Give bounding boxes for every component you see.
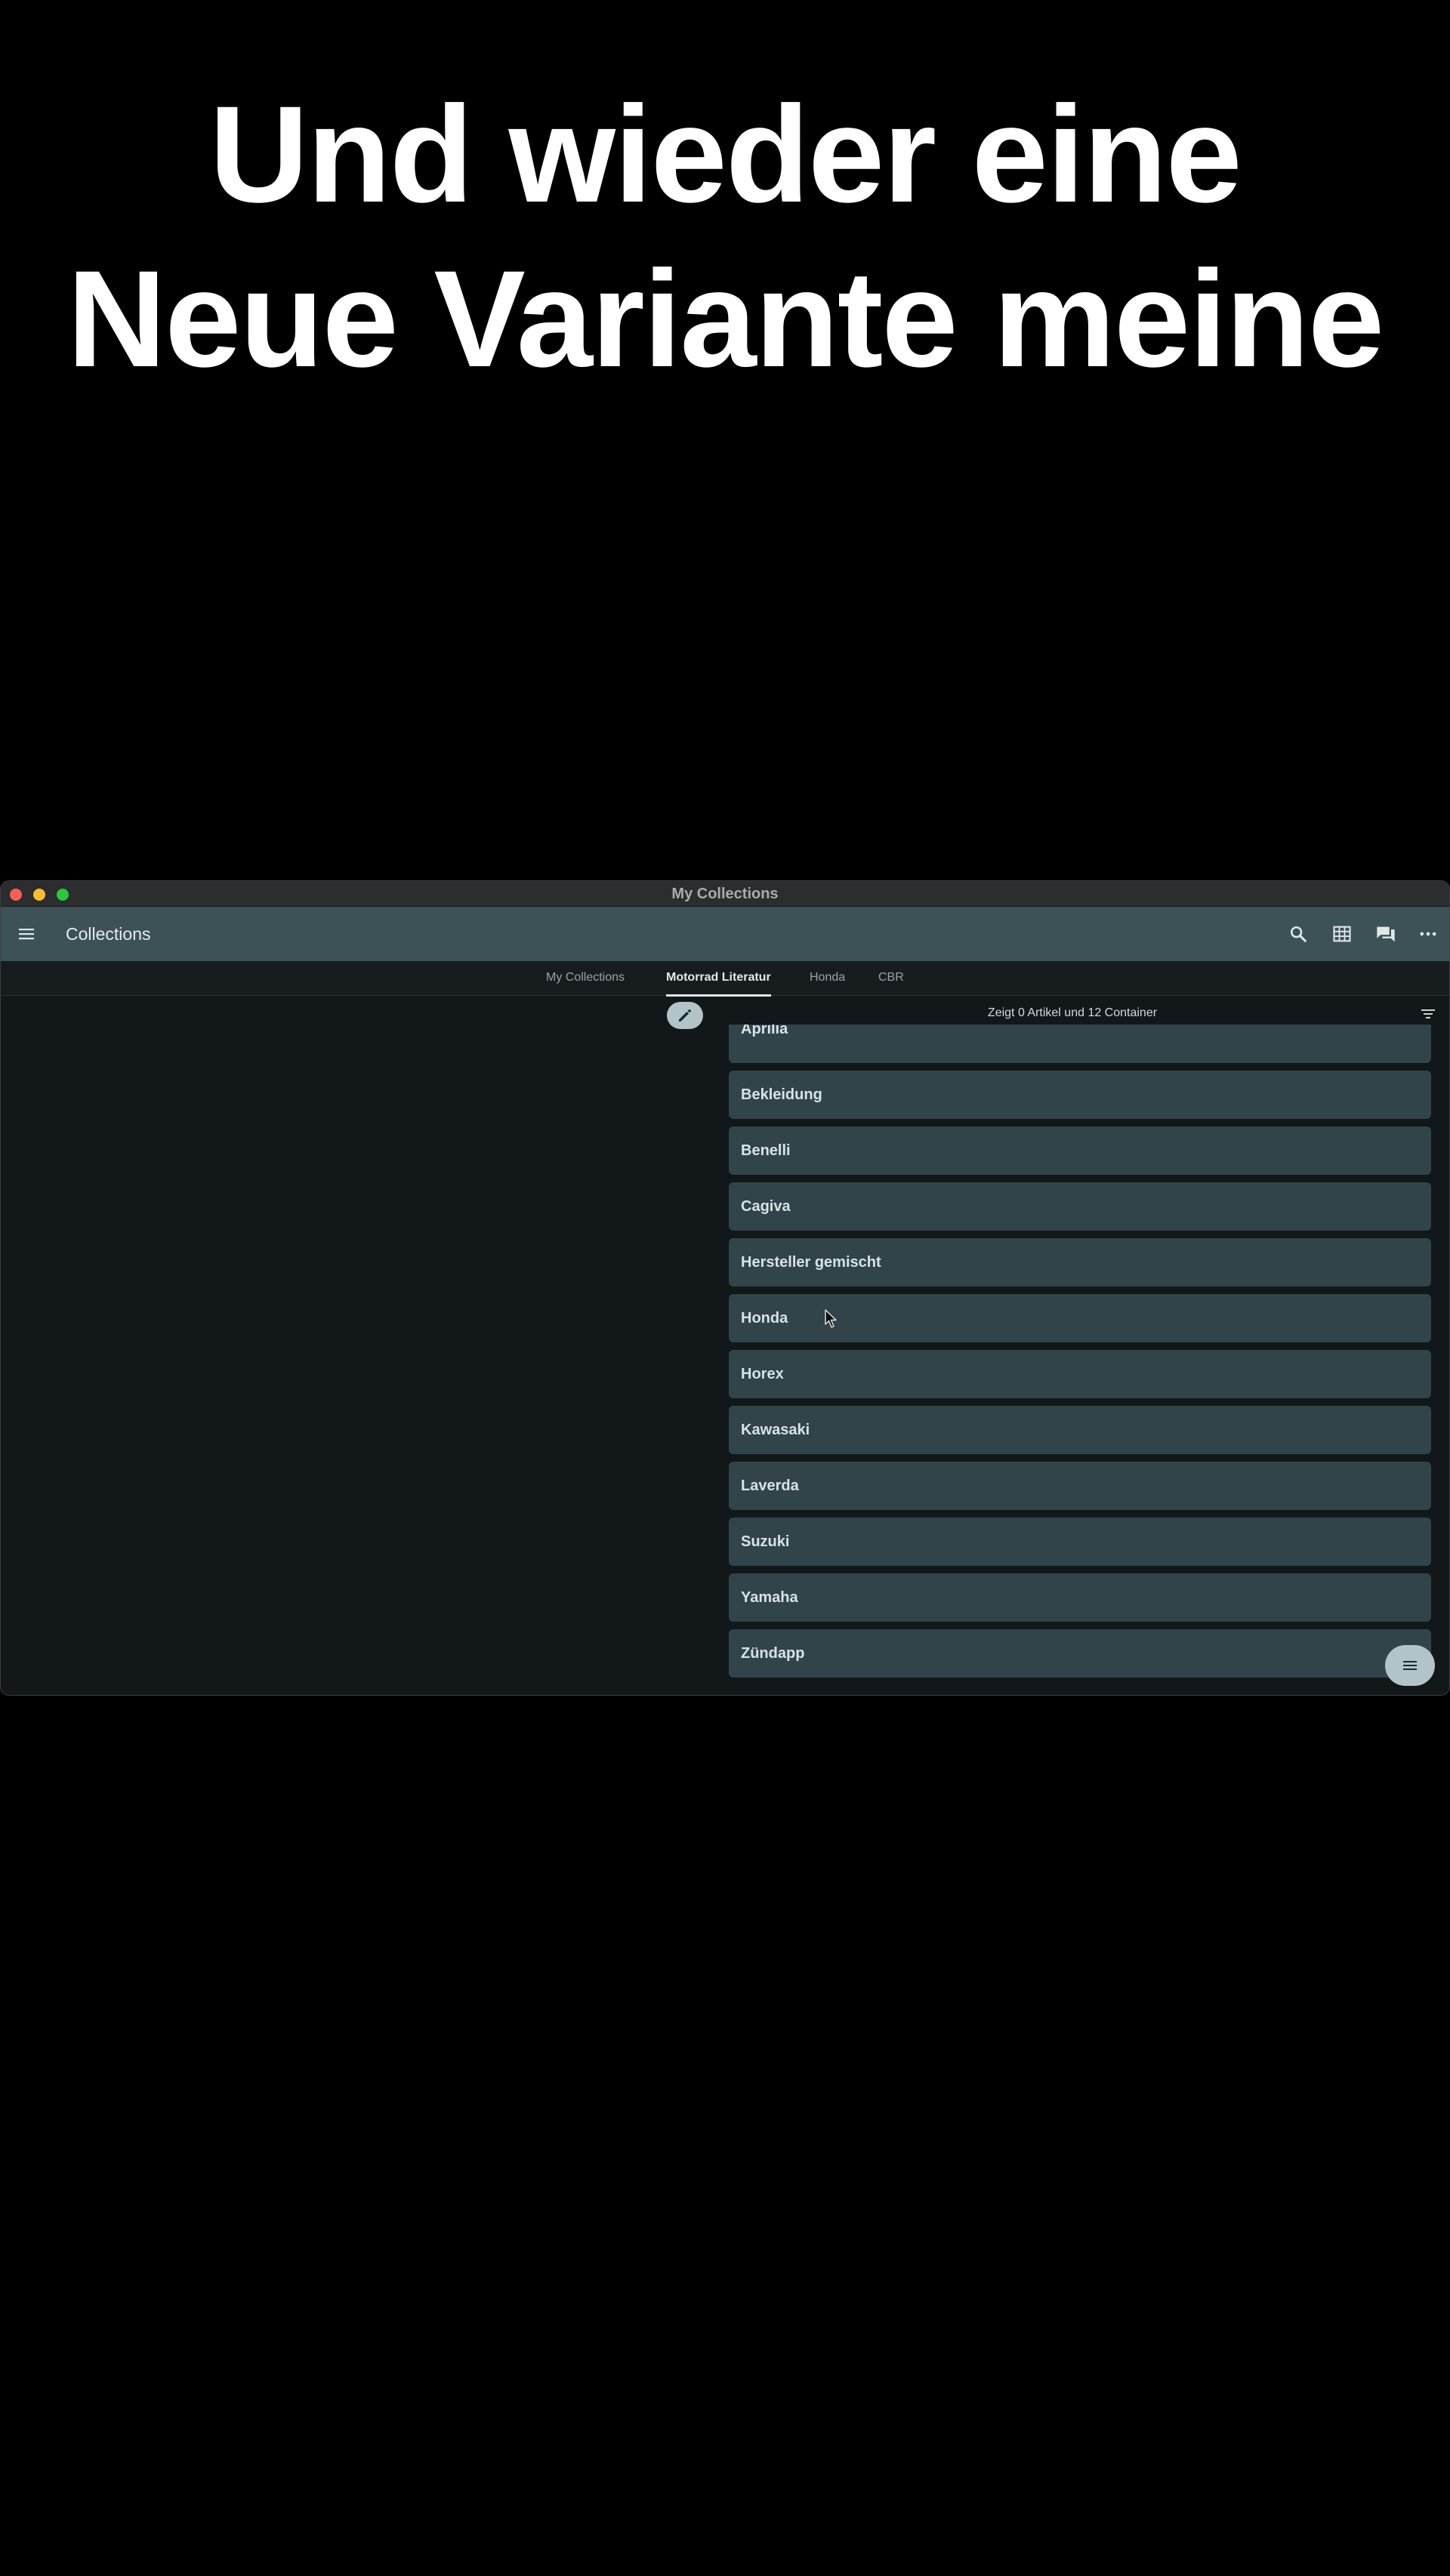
pencil-icon — [679, 1009, 691, 1021]
list-icon — [1403, 1661, 1417, 1670]
tab-motorrad-literatur[interactable]: Motorrad Literatur — [666, 961, 771, 997]
list-menu-button[interactable] — [1385, 1645, 1435, 1686]
list-item-hersteller-gemischt[interactable]: Hersteller gemischt — [729, 1238, 1431, 1286]
search-icon[interactable] — [1288, 923, 1309, 944]
app-window: My Collections Collections My Collection… — [0, 880, 1450, 1696]
container-list: Aprilia Bekleidung Benelli Cagiva Herste… — [729, 1025, 1433, 1695]
list-item-cagiva[interactable]: Cagiva — [729, 1182, 1431, 1231]
mouse-cursor-icon — [825, 1309, 837, 1328]
caption-line-2: Neue Variante meine — [66, 242, 1384, 396]
list-item-suzuki[interactable]: Suzuki — [729, 1518, 1431, 1566]
more-icon[interactable] — [1418, 923, 1439, 944]
list-item-horex[interactable]: Horex — [729, 1350, 1431, 1398]
list-item-bekleidung[interactable]: Bekleidung — [729, 1071, 1431, 1119]
app-title: Collections — [66, 924, 151, 944]
chat-icon[interactable] — [1375, 923, 1396, 944]
window-title: My Collections — [671, 886, 779, 902]
grid-icon[interactable] — [1331, 923, 1353, 944]
collection-tabs: My Collections Motorrad Literatur Honda … — [1, 961, 1449, 997]
item-count-status: Zeigt 0 Artikel und 12 Container — [987, 1006, 1158, 1019]
caption-line-1: Und wieder eine — [209, 77, 1242, 231]
list-item-aprilia[interactable]: Aprilia — [729, 1025, 1431, 1063]
window-titlebar[interactable]: My Collections — [1, 881, 1449, 907]
tab-my-collections[interactable]: My Collections — [546, 961, 625, 996]
list-item-benelli[interactable]: Benelli — [729, 1126, 1431, 1175]
tab-cbr[interactable]: CBR — [878, 961, 904, 996]
list-item-zuendapp[interactable]: Zündapp — [729, 1629, 1431, 1678]
filter-icon[interactable] — [1419, 1005, 1437, 1023]
list-item-kawasaki[interactable]: Kawasaki — [729, 1406, 1431, 1454]
list-item-yamaha[interactable]: Yamaha — [729, 1573, 1431, 1622]
menu-icon[interactable] — [17, 925, 35, 943]
tab-honda[interactable]: Honda — [810, 961, 845, 996]
list-item-laverda[interactable]: Laverda — [729, 1462, 1431, 1510]
app-bar: Collections — [1, 907, 1449, 961]
video-caption: Und wieder eine Neue Variante meine — [0, 72, 1450, 401]
edit-button[interactable] — [667, 1002, 703, 1029]
